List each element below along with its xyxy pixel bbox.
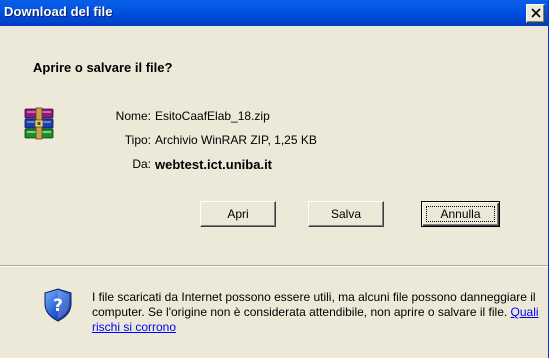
security-warning: I file scaricati da Internet possono ess…: [92, 290, 544, 335]
open-button[interactable]: Apri: [200, 201, 276, 227]
download-dialog: Download del file Aprire o salvare il fi…: [0, 0, 549, 358]
warning-text: I file scaricati da Internet possono ess…: [92, 290, 536, 319]
save-button[interactable]: Salva: [308, 201, 384, 227]
close-icon: [531, 8, 541, 18]
from-label: Da:: [132, 157, 151, 171]
dialog-heading: Aprire o salvare il file?: [33, 60, 173, 75]
from-row: Da: webtest.ict.uniba.it: [95, 157, 395, 173]
from-value: webtest.ict.uniba.it: [155, 157, 273, 172]
svg-text:?: ?: [53, 296, 63, 316]
type-row: Tipo: Archivio WinRAR ZIP, 1,25 KB: [95, 133, 395, 149]
type-value: Archivio WinRAR ZIP, 1,25 KB: [155, 133, 317, 147]
shield-question-icon: ?: [44, 288, 72, 322]
title-bar[interactable]: Download del file: [0, 0, 548, 26]
cancel-button[interactable]: Annulla: [421, 201, 500, 227]
close-button[interactable]: [526, 4, 545, 23]
type-label: Tipo:: [124, 133, 151, 147]
window-title: Download del file: [4, 4, 113, 19]
winrar-archive-icon: [24, 107, 54, 140]
cancel-button-label: Annulla: [440, 207, 481, 221]
name-row: Nome: EsitoCaafElab_18.zip: [95, 109, 395, 125]
name-value: EsitoCaafElab_18.zip: [155, 109, 270, 123]
separator-highlight: [0, 266, 548, 267]
name-label: Nome:: [115, 109, 151, 123]
